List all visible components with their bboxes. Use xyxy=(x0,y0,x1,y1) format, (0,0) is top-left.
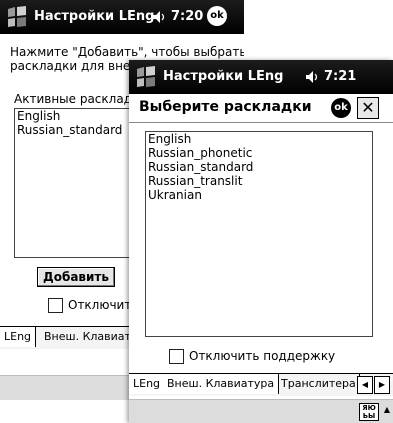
clock-time[interactable]: 7:21 xyxy=(324,69,356,84)
speaker-icon[interactable] xyxy=(152,10,168,24)
available-layouts-list[interactable]: English Russian_phonetic Russian_standar… xyxy=(145,131,373,337)
tab-external-keyboard[interactable]: Внеш. Клавиатура xyxy=(163,374,280,394)
add-button[interactable]: Добавить xyxy=(37,267,115,287)
sip-arrow-icon[interactable]: ▲ xyxy=(384,405,390,414)
command-bar: ЯЮ ЬЫ ▲ xyxy=(129,399,393,423)
window-title: Настройки LEng xyxy=(34,9,155,24)
list-item[interactable]: English xyxy=(146,132,372,146)
instruction-text-line2: раскладки для вне xyxy=(10,59,131,73)
ok-button[interactable]: ok xyxy=(207,6,227,26)
dialog-title: Выберите раскладки xyxy=(139,99,312,115)
title-bar: Настройки LEng 7:20 ok xyxy=(0,0,244,34)
tab-bar: LEng Внеш. Клавиатура Транслитера ◀ ▶ xyxy=(129,373,393,396)
tab-scroll-right-icon[interactable]: ▶ xyxy=(374,376,390,394)
disable-support-checkbox[interactable] xyxy=(48,298,63,313)
list-item[interactable]: Russian_standard xyxy=(146,160,372,174)
tab-leng[interactable]: LEng xyxy=(0,327,37,347)
select-layouts-window: Настройки LEng 7:21 Выберите раскладки o… xyxy=(129,60,393,423)
tab-transliteration[interactable]: Транслитера xyxy=(277,374,360,394)
sip-label-bottom: ЬЫ xyxy=(362,412,376,420)
keyboard-sip-icon[interactable]: ЯЮ ЬЫ xyxy=(359,403,379,421)
clock-time[interactable]: 7:20 xyxy=(171,9,203,24)
disable-support-label: Отключит xyxy=(68,298,132,312)
list-item[interactable]: Ukranian xyxy=(146,188,372,202)
list-item[interactable]: Russian_translit xyxy=(146,174,372,188)
active-layouts-label: Активные расклад xyxy=(14,92,132,106)
close-icon[interactable]: ✕ xyxy=(357,97,379,119)
tab-leng[interactable]: LEng xyxy=(129,374,166,394)
disable-support-label: Отключить поддержку xyxy=(189,349,336,363)
sip-label-top: ЯЮ xyxy=(362,404,376,412)
tab-scroll-left-icon[interactable]: ◀ xyxy=(357,376,373,394)
windows-start-icon[interactable] xyxy=(4,5,30,29)
speaker-icon[interactable] xyxy=(305,70,321,84)
title-bar: Настройки LEng 7:21 xyxy=(129,60,393,94)
ok-button[interactable]: ok xyxy=(331,98,351,118)
window-title: Настройки LEng xyxy=(163,69,284,84)
dialog-header: Выберите раскладки ok ✕ xyxy=(129,94,393,123)
windows-start-icon[interactable] xyxy=(133,65,159,89)
list-item[interactable]: Russian_phonetic xyxy=(146,146,372,160)
disable-support-checkbox[interactable] xyxy=(169,349,184,364)
instruction-text-line1: Нажмите "Добавить", чтобы выбрать xyxy=(10,45,244,59)
tab-external-keyboard[interactable]: Внеш. Клавиат xyxy=(40,327,136,347)
